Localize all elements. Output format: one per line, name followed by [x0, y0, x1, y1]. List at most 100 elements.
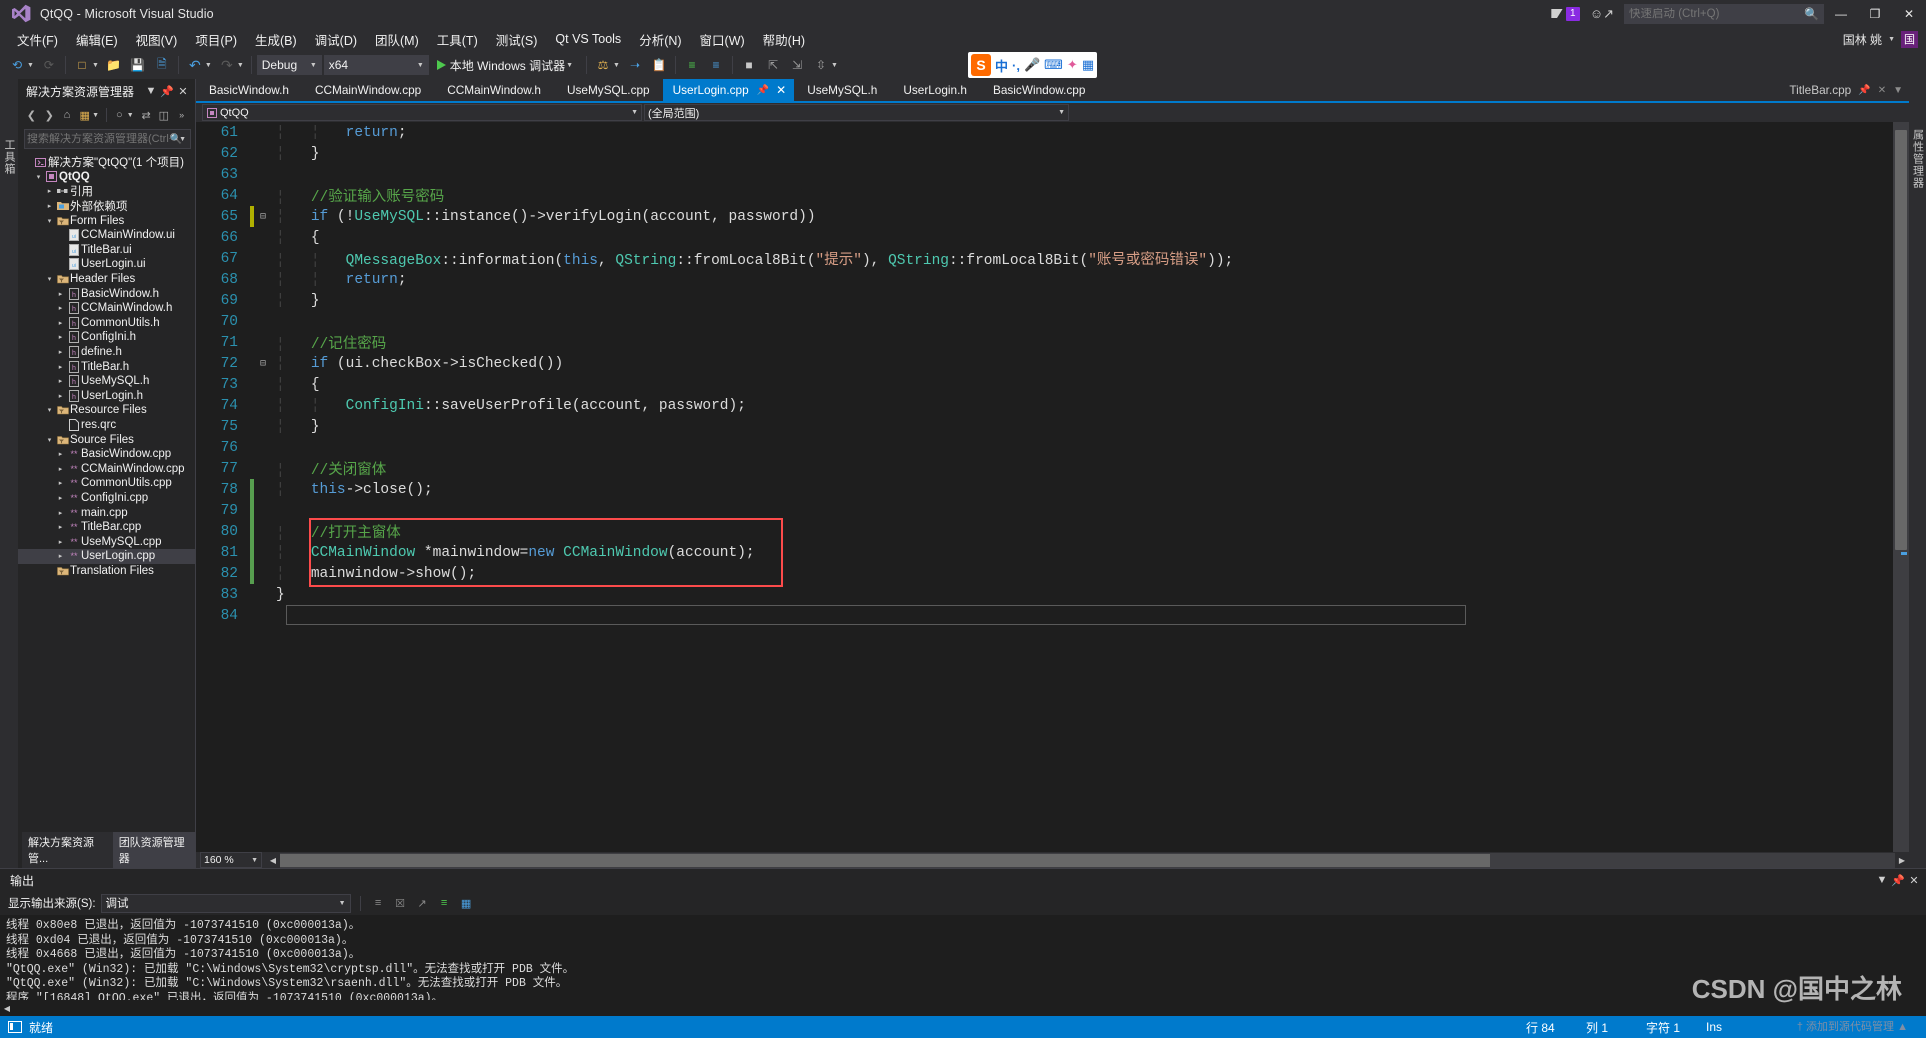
ime-tools-icon[interactable]: ✦ [1067, 57, 1078, 73]
output-scroll-left-icon[interactable]: ◀ [0, 1004, 14, 1013]
code-line[interactable]: 71 ¦ //记住密码 [196, 332, 1893, 354]
overflow-icon[interactable]: » [174, 107, 189, 124]
quick-launch-input[interactable] [1629, 7, 1805, 20]
editor-tab-basicwindowcpp[interactable]: BasicWindow.cpp [980, 79, 1098, 101]
tree-item-titlebar.cpp[interactable]: ▸ ** TitleBar.cpp [18, 520, 195, 535]
tree-item-configini.cpp[interactable]: ▸ ** ConfigIni.cpp [18, 491, 195, 506]
collapse-arrow-icon[interactable]: ▸ [55, 552, 66, 560]
tree-item-resourcefiles[interactable]: ▾ Resource Files [18, 403, 195, 418]
editor-vertical-scrollbar[interactable] [1893, 122, 1909, 852]
code-line[interactable]: 61 ¦ ¦ return; [196, 122, 1893, 143]
undo-icon[interactable]: ↶ [184, 54, 206, 76]
clear-bookmarks-icon[interactable]: ⇳ [810, 54, 832, 76]
attach-process-icon[interactable]: ⚖ [592, 54, 614, 76]
editor-h-scroll-track[interactable] [280, 852, 1895, 868]
tab-team-explorer[interactable]: 团队资源管理器 [112, 832, 195, 868]
tree-item-userlogin.ui[interactable]: ui UserLogin.ui [18, 257, 195, 272]
code-line[interactable]: 75 ¦ } [196, 416, 1893, 437]
properties-strip[interactable]: 属性管理器 [1909, 79, 1926, 868]
navigate-backward-icon[interactable]: ⟲ [6, 54, 28, 76]
menu-help[interactable]: 帮助(H) [754, 28, 814, 51]
pointer-icon[interactable]: ➝ [624, 54, 646, 76]
search-options-icon[interactable]: ▼ [179, 136, 186, 143]
code-line[interactable]: 65 ⊟ ¦ if (!UseMySQL::instance()->verifyLo… [196, 206, 1893, 227]
output-source-combo[interactable]: 调试 ▼ [100, 893, 351, 913]
expand-arrow-icon[interactable]: ▾ [33, 173, 44, 181]
undo-dropdown-icon[interactable]: ▼ [205, 62, 212, 69]
search-icon[interactable]: 🔍 [1804, 7, 1819, 21]
restore-button[interactable]: ❐ [1858, 0, 1892, 27]
tree-item-sourcefiles[interactable]: ▾ Source Files [18, 432, 195, 447]
code-line[interactable]: 74 ¦ ¦ ConfigIni::saveUserProfile(account… [196, 395, 1893, 416]
code-editor[interactable]: 61 ¦ ¦ return; 62 ¦ } 63 64 ¦ //验证输入账号密码 65 ⊟ ¦ i… [196, 122, 1909, 852]
close-icon[interactable]: ✕ [175, 83, 191, 99]
solution-configuration-combo[interactable]: Debug ▼ [256, 55, 322, 75]
tree-item-formfiles[interactable]: ▾ Form Files [18, 213, 195, 228]
tree-item-translationfiles[interactable]: Translation Files [18, 564, 195, 579]
code-line[interactable]: 68 ¦ ¦ return; [196, 269, 1893, 290]
editor-tab-userloginh[interactable]: UserLogin.h [890, 79, 980, 101]
tree-item-basicwindow.h[interactable]: ▸ h BasicWindow.h [18, 286, 195, 301]
code-line[interactable]: 77 ¦ //关闭窗体 [196, 458, 1893, 480]
close-icon[interactable]: ✕ [1906, 872, 1922, 888]
redo-icon[interactable]: ↷ [216, 54, 238, 76]
project-scope-combo[interactable]: QtQQ ▼ [202, 104, 642, 121]
minimize-button[interactable]: — [1824, 0, 1858, 27]
output-goto-icon[interactable]: ↗ [414, 895, 431, 912]
new-dropdown-icon[interactable]: ▼ [92, 62, 99, 69]
pending-changes-icon[interactable]: ▦ [77, 107, 92, 124]
tree-item-[interactable]: ▸ 外部依赖项 [18, 199, 195, 214]
editor-tab-overflow-area[interactable]: TitleBar.cpp 📌 ✕ ▼ [1783, 79, 1909, 101]
attach-dropdown-icon[interactable]: ▼ [613, 62, 620, 69]
start-debugging-button[interactable]: 本地 Windows 调试器 ▼ [431, 54, 581, 76]
properties-icon[interactable]: ◫ [156, 107, 171, 124]
menu-debug[interactable]: 调试(D) [306, 28, 366, 51]
tree-item-commonutils.h[interactable]: ▸ h CommonUtils.h [18, 316, 195, 331]
tree-item-basicwindow.cpp[interactable]: ▸ ** BasicWindow.cpp [18, 447, 195, 462]
send-feedback-icon[interactable]: ☺↗ [1590, 6, 1614, 22]
chevron-down-icon-2[interactable]: ▼ [127, 112, 134, 119]
back-dropdown-icon[interactable]: ▼ [27, 62, 34, 69]
sync-with-active-document-icon[interactable]: ⇄ [139, 107, 154, 124]
tree-item-titlebar.h[interactable]: ▸ h TitleBar.h [18, 359, 195, 374]
member-scope-combo[interactable]: (全局范围) ▼ [644, 104, 1069, 121]
menu-file[interactable]: 文件(F) [8, 28, 67, 51]
tree-item-res.qrc[interactable]: res.qrc [18, 418, 195, 433]
tree-item-titlebar.ui[interactable]: ui TitleBar.ui [18, 243, 195, 258]
code-line[interactable]: 80 ¦ //打开主窗体 [196, 521, 1893, 542]
expand-arrow-icon[interactable]: ▾ [44, 406, 55, 414]
home-icon[interactable]: ⌂ [60, 107, 75, 124]
code-text-layer[interactable]: 61 ¦ ¦ return; 62 ¦ } 63 64 ¦ //验证输入账号密码 65 ⊟ ¦ i… [196, 122, 1893, 626]
ime-toolbar[interactable]: S 中 ·, 🎤 ⌨ ✦ ▦ [968, 52, 1098, 78]
editor-zoom-combo[interactable]: 160 % ▼ [200, 852, 262, 868]
chevron-down-icon[interactable]: ▼ [143, 83, 159, 99]
code-line[interactable]: 76 [196, 437, 1893, 458]
close-icon[interactable]: ✕ [776, 83, 786, 97]
code-lines-container[interactable]: 61 ¦ ¦ return; 62 ¦ } 63 64 ¦ //验证输入账号密码 65 ⊟ ¦ i… [196, 122, 1893, 852]
menu-edit[interactable]: 编辑(E) [67, 28, 127, 51]
chevron-down-icon[interactable]: ▼ [1888, 36, 1895, 43]
output-find-message-icon[interactable]: ≡ [370, 895, 387, 912]
collapse-arrow-icon[interactable]: ▸ [55, 450, 66, 458]
code-line[interactable]: 83} [196, 584, 1893, 605]
chevron-down-icon[interactable]: ▼ [566, 62, 573, 69]
chevron-down-icon[interactable]: ▼ [1893, 85, 1903, 96]
output-toggle-icon[interactable]: ▦ [458, 895, 475, 912]
tree-item-userlogin.cpp[interactable]: ▸ ** UserLogin.cpp [18, 549, 195, 564]
tree-item-headerfiles[interactable]: ▾ Header Files [18, 272, 195, 287]
save-icon[interactable]: 💾 [127, 54, 149, 76]
chevron-down-icon[interactable]: ▼ [92, 112, 99, 119]
account-name[interactable]: 国林 姚 [1843, 31, 1882, 48]
tree-item-qtqq1[interactable]: 解决方案"QtQQ"(1 个项目) [18, 155, 195, 170]
close-button[interactable]: ✕ [1892, 0, 1926, 27]
quick-launch-box[interactable]: 🔍 [1624, 3, 1824, 24]
comment-icon[interactable]: ≡ [705, 54, 727, 76]
tree-item-usemysql.cpp[interactable]: ▸ ** UseMySQL.cpp [18, 534, 195, 549]
editor-tab-strip[interactable]: BasicWindow.h CCMainWindow.cpp CCMainWindo… [196, 79, 1909, 101]
menu-tools[interactable]: 工具(T) [428, 28, 487, 51]
output-footer-scroll[interactable]: ◀ [0, 1000, 1926, 1016]
collapse-arrow-icon[interactable]: ▸ [55, 304, 66, 312]
tree-item-qtqq[interactable]: ▾ QtQQ [18, 170, 195, 185]
code-line[interactable]: 67 ¦ ¦ QMessageBox::information(this, QSt… [196, 248, 1893, 270]
toolbox-strip[interactable]: 工具箱 [0, 79, 18, 868]
